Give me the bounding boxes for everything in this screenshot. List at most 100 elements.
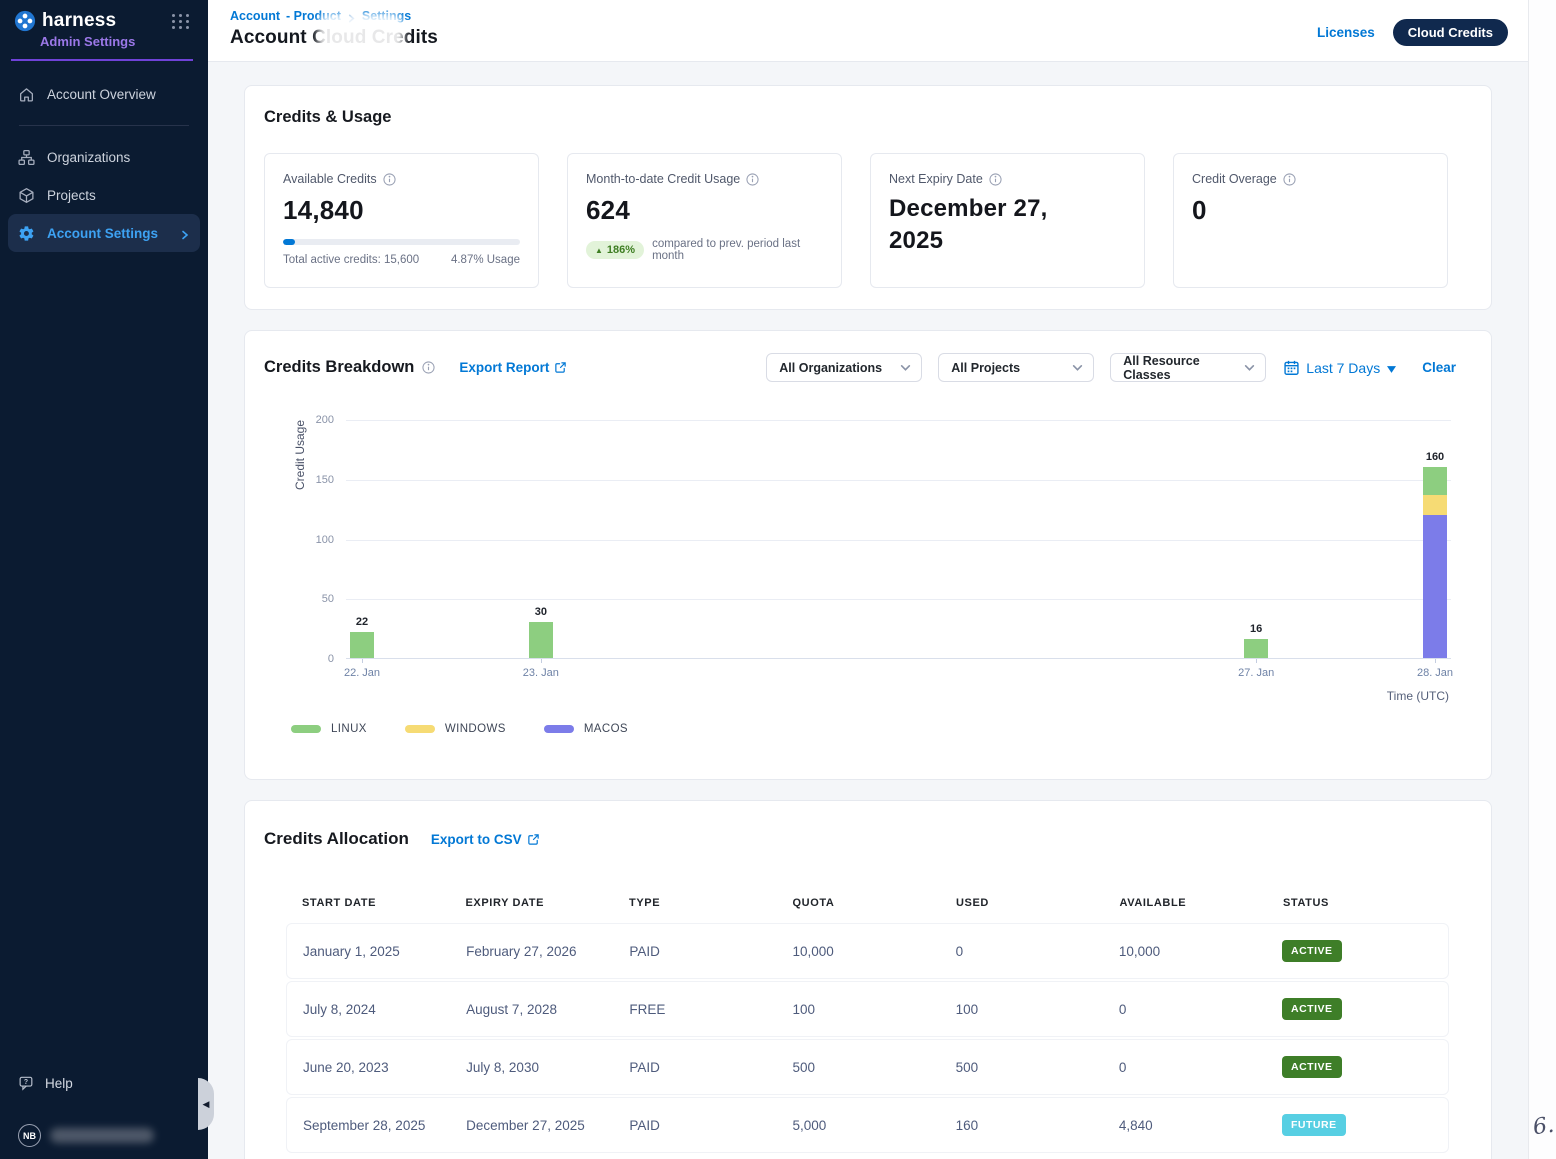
- legend-label: LINUX: [331, 723, 367, 735]
- cell-expiry: August 7, 2028: [466, 1002, 629, 1017]
- sidebar-item-label: Account Settings: [47, 226, 158, 241]
- caret-down-icon: [1387, 360, 1396, 376]
- help-button[interactable]: ? Help: [18, 1075, 194, 1092]
- info-icon[interactable]: [746, 173, 759, 186]
- org-chart-icon: [18, 149, 35, 166]
- export-csv-link[interactable]: Export to CSV: [431, 832, 540, 847]
- harness-logo-icon: [14, 10, 36, 32]
- bar-segment-linux: [1244, 639, 1268, 658]
- status-badge: ACTIVE: [1282, 998, 1342, 1020]
- legend-item-linux[interactable]: LINUX: [291, 723, 367, 735]
- clear-filters-link[interactable]: Clear: [1422, 360, 1456, 375]
- sidebar-item-account-settings[interactable]: Account Settings: [8, 214, 200, 252]
- cell-quota: 100: [793, 1002, 956, 1017]
- chart-plot: 223016160: [346, 420, 1451, 659]
- app-grid-icon[interactable]: [172, 14, 190, 29]
- sidebar-item-organizations[interactable]: Organizations: [8, 138, 200, 176]
- sidebar-item-account-overview[interactable]: Account Overview: [8, 75, 200, 113]
- chart-yaxis: 050100150200: [304, 420, 334, 659]
- info-icon[interactable]: [989, 173, 1002, 186]
- column-header: TYPE: [629, 897, 793, 909]
- external-link-icon: [527, 833, 540, 846]
- chart-bar-23-Jan[interactable]: [529, 622, 553, 658]
- bar-value-label: 16: [1250, 623, 1262, 635]
- info-icon[interactable]: [1283, 173, 1296, 186]
- stat-label: Next Expiry Date: [889, 172, 983, 186]
- sidebar-item-projects[interactable]: Projects: [8, 176, 200, 214]
- sidebar: harness Admin Settings Account Overview …: [0, 0, 208, 1159]
- bar-segment-linux: [350, 632, 374, 658]
- cell-type: FREE: [629, 1002, 792, 1017]
- credits-breakdown-title: Credits Breakdown: [264, 358, 414, 377]
- x-tick-mark: [1435, 659, 1436, 663]
- column-header: START DATE: [302, 897, 466, 909]
- legend-item-windows[interactable]: WINDOWS: [405, 723, 506, 735]
- credit-overage-value: 0: [1192, 195, 1429, 226]
- chart-bar-28-Jan[interactable]: [1423, 467, 1447, 658]
- info-icon[interactable]: [422, 361, 435, 374]
- breadcrumb-account[interactable]: Account: [230, 9, 280, 23]
- scrollbar-gutter: [1528, 0, 1556, 1159]
- credits-progress-bar: [283, 239, 520, 245]
- breadcrumb-settings[interactable]: Settings: [362, 9, 411, 23]
- chart-bar-27-Jan[interactable]: [1244, 639, 1268, 658]
- help-chat-icon: ?: [18, 1075, 35, 1092]
- cell-quota: 500: [793, 1060, 956, 1075]
- table-row[interactable]: June 20, 2023July 8, 2030PAID5005000ACTI…: [286, 1039, 1449, 1095]
- sidebar-divider: [19, 125, 189, 126]
- legend-swatch: [405, 725, 435, 733]
- breadcrumb: Account - Product Settings: [230, 9, 438, 23]
- avatar[interactable]: NB: [18, 1124, 41, 1147]
- stat-card-available-credits: Available Credits 14,840 Total active cr…: [264, 153, 539, 288]
- licenses-link[interactable]: Licenses: [1317, 25, 1375, 40]
- projects-select[interactable]: All Projects: [938, 353, 1094, 382]
- next-expiry-value: December 27, 2025: [889, 193, 1069, 256]
- bar-value-label: 22: [356, 616, 368, 628]
- cell-expiry: February 27, 2026: [466, 944, 629, 959]
- content: Credits & Usage Available Credits 14,840…: [208, 62, 1528, 1159]
- cell-start: January 1, 2025: [303, 944, 466, 959]
- cell-used: 100: [956, 1002, 1119, 1017]
- sidebar-item-label: Projects: [47, 188, 96, 203]
- y-tick-label: 200: [316, 414, 334, 426]
- main-area: Account - Product Settings Account Cloud…: [208, 0, 1528, 1159]
- chevron-right-icon: [180, 228, 190, 238]
- chart-xaxis: 22. Jan23. Jan27. Jan28. Jan: [346, 667, 1451, 681]
- info-icon[interactable]: [383, 173, 396, 186]
- bar-segment-linux: [1423, 467, 1447, 496]
- resource-classes-select[interactable]: All Resource Classes: [1110, 353, 1266, 382]
- breadcrumb-product[interactable]: - Product: [286, 9, 341, 23]
- legend-item-macos[interactable]: MACOS: [544, 723, 628, 735]
- table-row[interactable]: January 1, 2025February 27, 2026PAID10,0…: [286, 923, 1449, 979]
- table-row[interactable]: July 8, 2024August 7, 2028FREE1001000ACT…: [286, 981, 1449, 1037]
- credits-allocation-card: Credits Allocation Export to CSV START D…: [244, 800, 1492, 1159]
- organizations-select[interactable]: All Organizations: [766, 353, 922, 382]
- allocation-table-body: January 1, 2025February 27, 2026PAID10,0…: [286, 923, 1449, 1153]
- delta-note: compared to prev. period last month: [652, 238, 823, 262]
- stat-label: Available Credits: [283, 172, 377, 186]
- up-triangle-icon: ▲: [595, 246, 603, 255]
- mtd-usage-value: 624: [586, 195, 823, 226]
- x-tick-label: 23. Jan: [523, 667, 559, 679]
- stat-card-credit-overage: Credit Overage 0: [1173, 153, 1448, 288]
- column-header: USED: [956, 897, 1120, 909]
- credits-usage-card: Credits & Usage Available Credits 14,840…: [244, 85, 1492, 310]
- export-report-link[interactable]: Export Report: [459, 360, 567, 375]
- sidebar-collapse-handle[interactable]: ◀: [198, 1078, 214, 1130]
- gear-icon: [18, 225, 35, 242]
- cell-available: 10,000: [1119, 944, 1282, 959]
- user-row[interactable]: NB: [18, 1124, 194, 1147]
- stat-label: Credit Overage: [1192, 172, 1277, 186]
- total-active-credits: Total active credits: 15,600: [283, 254, 419, 266]
- date-range-picker[interactable]: Last 7 Days: [1284, 360, 1396, 376]
- cell-available: 0: [1119, 1002, 1282, 1017]
- chart-bar-22-Jan[interactable]: [350, 632, 374, 658]
- column-header: AVAILABLE: [1120, 897, 1284, 909]
- x-tick-label: 22. Jan: [344, 667, 380, 679]
- x-tick-label: 28. Jan: [1417, 667, 1453, 679]
- cloud-credits-button[interactable]: Cloud Credits: [1393, 19, 1508, 46]
- legend-label: MACOS: [584, 723, 628, 735]
- breadcrumb-chevron-icon: [347, 12, 356, 21]
- table-row[interactable]: September 28, 2025December 27, 2025PAID5…: [286, 1097, 1449, 1153]
- cell-quota: 5,000: [793, 1118, 956, 1133]
